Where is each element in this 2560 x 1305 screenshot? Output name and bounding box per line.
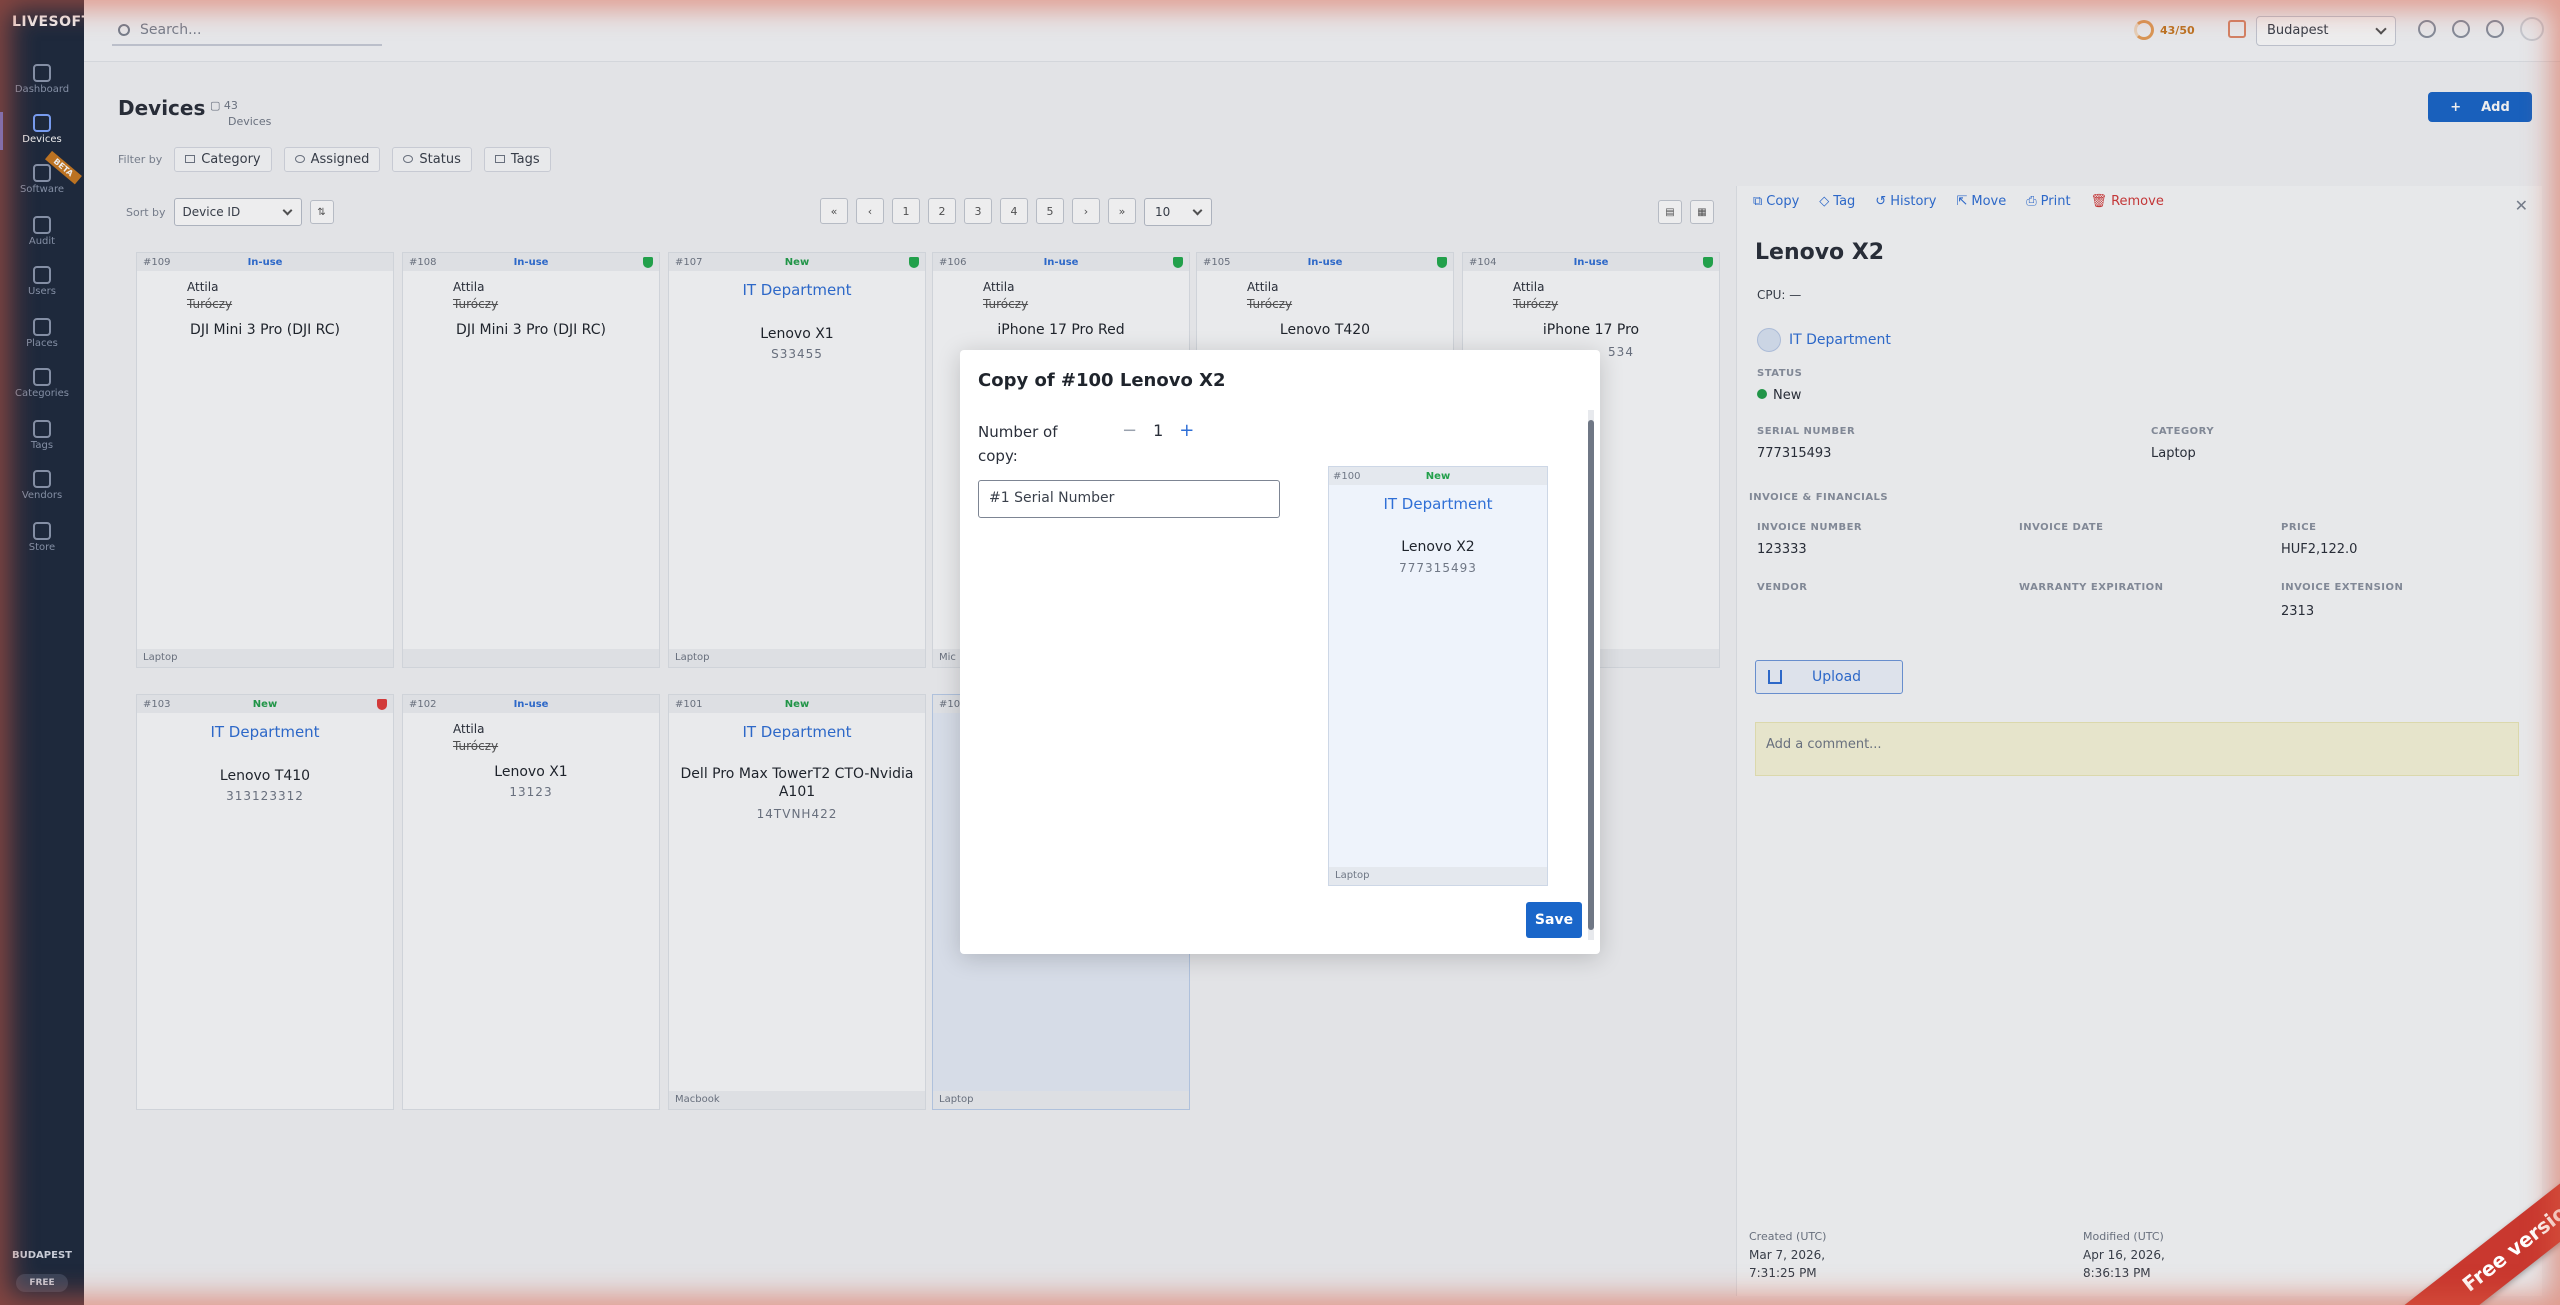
shield-alert-icon [377, 698, 387, 710]
modal-scrollbar[interactable] [1588, 410, 1594, 940]
free-version-ribbon: Free version [2340, 1125, 2560, 1305]
preview-name: Lenovo X2 [1401, 539, 1475, 555]
copy-device-modal: Copy of #100 Lenovo X2 Number of copy: − … [960, 350, 1600, 954]
decrement-button[interactable]: − [1122, 420, 1137, 441]
shield-icon [1173, 256, 1183, 268]
shield-icon [1437, 256, 1447, 268]
shield-icon [909, 256, 919, 268]
scrollbar-thumb[interactable] [1588, 420, 1594, 930]
save-button[interactable]: Save [1526, 902, 1582, 938]
serial-number-input[interactable]: #1 Serial Number [978, 480, 1280, 518]
preview-serial: 777315493 [1399, 561, 1477, 575]
quantity-label: Number of copy: [978, 423, 1058, 465]
shield-icon [643, 256, 653, 268]
copy-preview-card: #100 New IT Department Lenovo X2 77731549… [1328, 466, 1548, 886]
preview-department: IT Department [1383, 495, 1493, 513]
shield-icon [1703, 256, 1713, 268]
quantity-stepper: − 1 + [1122, 420, 1194, 441]
quantity-value: 1 [1153, 421, 1164, 440]
increment-button[interactable]: + [1179, 420, 1194, 441]
modal-title: Copy of #100 Lenovo X2 [978, 370, 1226, 391]
